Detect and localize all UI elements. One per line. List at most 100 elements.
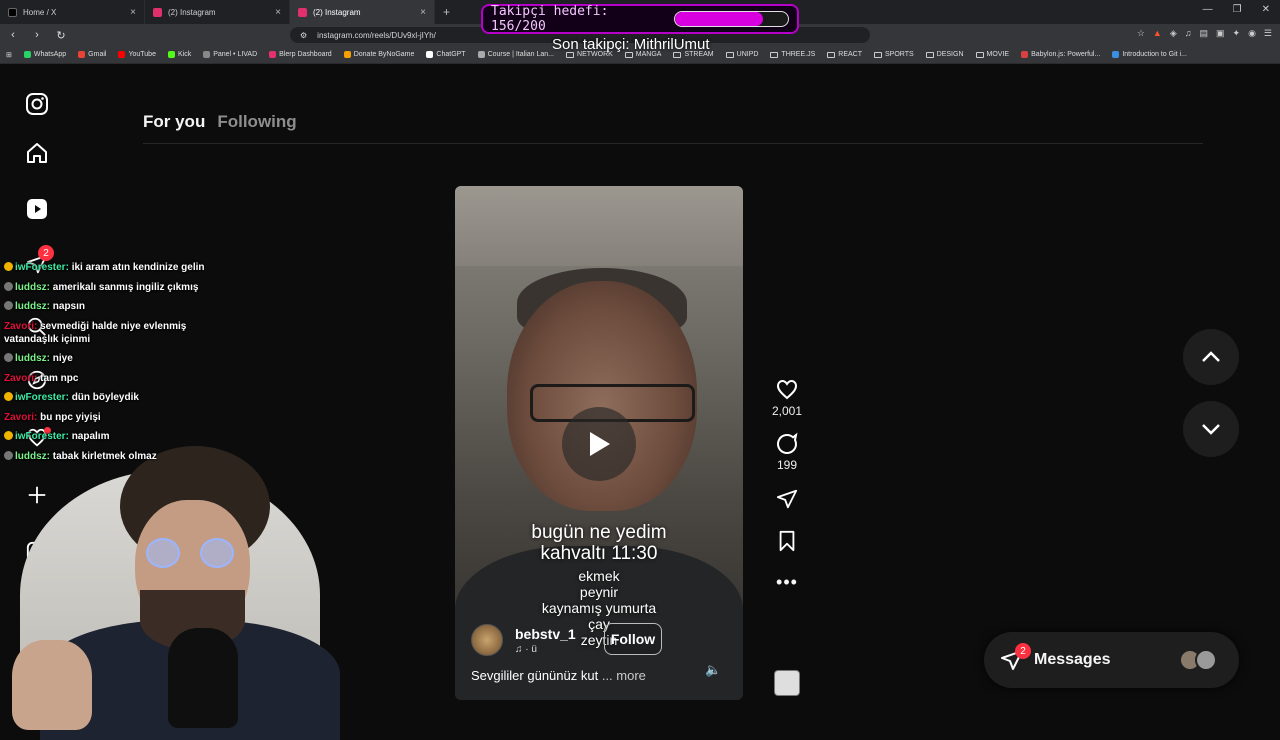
tab-title: Home / X bbox=[23, 7, 57, 17]
restore-icon[interactable]: ❐ bbox=[1233, 4, 1242, 15]
site-info-icon[interactable]: ⚙ bbox=[300, 31, 307, 40]
messages-button[interactable]: 2 Messages bbox=[984, 632, 1239, 688]
reels-icon[interactable] bbox=[24, 196, 50, 222]
share-icon[interactable] bbox=[776, 488, 798, 510]
bookmark-item[interactable]: WhatsApp bbox=[23, 51, 67, 58]
bookmark-label: Blerp Dashboard bbox=[279, 51, 332, 58]
chatgpt-icon bbox=[426, 51, 434, 58]
previous-reel-button[interactable] bbox=[1183, 329, 1239, 385]
tab-following[interactable]: Following bbox=[217, 112, 296, 132]
bookmark-item[interactable]: Blerp Dashboard bbox=[269, 51, 332, 58]
music-icon[interactable]: ♫ bbox=[1185, 28, 1192, 39]
author-username[interactable]: bebstv_1 bbox=[515, 626, 576, 642]
close-icon[interactable]: × bbox=[130, 7, 136, 18]
chat-text: napalım bbox=[71, 431, 110, 442]
bookmark-item[interactable]: Donate ByNoGame bbox=[343, 51, 414, 58]
forward-icon[interactable]: › bbox=[30, 29, 44, 41]
reel-video[interactable]: bugün ne yedim kahvaltı 11:30 ekmek peyn… bbox=[455, 186, 743, 700]
close-icon[interactable]: × bbox=[275, 7, 281, 18]
share-action[interactable] bbox=[764, 488, 810, 510]
minimize-icon[interactable]: — bbox=[1203, 4, 1213, 15]
like-action[interactable]: 2,001 bbox=[764, 378, 810, 418]
bookmark-item[interactable]: Panel • LIVAD bbox=[203, 51, 257, 58]
tab-x-home[interactable]: Home / X × bbox=[0, 0, 145, 24]
wallet-icon[interactable]: ▣ bbox=[1216, 28, 1225, 39]
bookmark-item[interactable]: Babylon.js: Powerful... bbox=[1021, 51, 1100, 58]
volume-icon[interactable]: 🔈 bbox=[705, 662, 721, 678]
bookmark-label: SPORTS bbox=[885, 51, 914, 58]
new-tab-button[interactable]: + bbox=[435, 5, 458, 19]
menu-icon[interactable]: ☰ bbox=[1264, 28, 1272, 39]
bookmark-item[interactable]: DESIGN bbox=[925, 51, 964, 58]
chat-message: luddsz: napsın bbox=[4, 300, 234, 313]
sidebar-icon[interactable]: ▤ bbox=[1199, 28, 1208, 39]
folder-icon bbox=[874, 51, 882, 58]
messages-badge: 2 bbox=[1015, 643, 1031, 659]
bookmark-label: REACT bbox=[838, 51, 862, 58]
audio-thumbnail[interactable] bbox=[774, 670, 800, 696]
more-options-icon[interactable]: ••• bbox=[764, 572, 810, 593]
bookmark-star-icon[interactable]: ☆ bbox=[1137, 28, 1145, 39]
save-action[interactable] bbox=[764, 530, 810, 552]
bookmark-label: Panel • LIVAD bbox=[213, 51, 258, 58]
heart-icon[interactable] bbox=[775, 378, 799, 402]
chat-text: bu npc yiyişi bbox=[40, 411, 101, 423]
whatsapp-icon bbox=[23, 51, 31, 58]
extension-icon[interactable]: ◈ bbox=[1170, 28, 1177, 39]
last-follower-overlay: Son takipçi: MithrilUmut bbox=[552, 36, 710, 53]
bookmark-icon[interactable] bbox=[777, 530, 797, 552]
follow-button[interactable]: Follow bbox=[604, 623, 662, 655]
chat-message: luddsz: niye bbox=[4, 352, 234, 365]
chat-username: iwForester bbox=[15, 431, 66, 442]
apps-grid-icon[interactable]: ⊞ bbox=[6, 51, 12, 59]
message-avatars bbox=[1179, 649, 1217, 671]
next-reel-button[interactable] bbox=[1183, 401, 1239, 457]
author-avatar[interactable] bbox=[471, 624, 503, 656]
audio-info[interactable]: ♫ · ü bbox=[515, 644, 576, 655]
instagram-logo-icon[interactable] bbox=[24, 91, 50, 117]
home-icon[interactable] bbox=[24, 140, 50, 166]
close-icon[interactable]: × bbox=[420, 7, 426, 18]
bookmark-item[interactable]: UNIPD bbox=[725, 51, 758, 58]
back-icon[interactable]: ‹ bbox=[6, 29, 20, 41]
bookmark-item[interactable]: SPORTS bbox=[874, 51, 914, 58]
folder-icon bbox=[770, 51, 779, 58]
bookmark-item[interactable]: REACT bbox=[827, 51, 862, 58]
tab-instagram-1[interactable]: (2) Instagram × bbox=[145, 0, 290, 24]
bookmark-item[interactable]: YouTube bbox=[118, 51, 156, 58]
bookmark-item[interactable]: Gmail bbox=[78, 51, 106, 58]
bookmark-label: WhatsApp bbox=[33, 51, 67, 58]
x-logo-icon bbox=[8, 7, 17, 17]
bookmark-item[interactable]: MOVIE bbox=[975, 51, 1009, 58]
reload-icon[interactable]: ↻ bbox=[54, 29, 68, 42]
bookmark-item[interactable]: THREE.JS bbox=[770, 51, 815, 58]
leo-icon[interactable]: ✦ bbox=[1233, 28, 1241, 39]
bookmark-item[interactable]: Kick bbox=[167, 51, 191, 58]
play-button[interactable] bbox=[562, 407, 636, 481]
bookmark-item[interactable]: Course | Italian Lan... bbox=[477, 51, 554, 58]
bookmark-item[interactable]: ChatGPT bbox=[426, 51, 466, 58]
vpn-icon[interactable]: ◉ bbox=[1248, 28, 1256, 39]
close-window-icon[interactable]: ✕ bbox=[1262, 4, 1270, 15]
kick-icon bbox=[167, 51, 175, 58]
bookmark-label: Gmail bbox=[88, 51, 107, 58]
instagram-favicon-icon bbox=[153, 7, 162, 17]
chat-message: Zavori: bu npc yiyişi bbox=[4, 411, 234, 424]
comment-icon[interactable] bbox=[775, 432, 799, 456]
feed-tabs: For you Following bbox=[143, 112, 297, 132]
comment-action[interactable]: 199 bbox=[764, 432, 810, 472]
brave-shield-icon[interactable]: ▲ bbox=[1153, 28, 1162, 39]
chevron-up-icon bbox=[1202, 351, 1220, 362]
tab-instagram-2[interactable]: (2) Instagram × bbox=[290, 0, 435, 24]
music-note-icon: ♫ · bbox=[515, 643, 532, 655]
livad-icon bbox=[203, 51, 211, 58]
follower-goal-overlay: Takipçi hedefi: 156/200 bbox=[481, 4, 799, 34]
messages-label: Messages bbox=[1034, 651, 1111, 668]
chat-text: amerikalı sanmış ingiliz çıkmış bbox=[52, 281, 199, 293]
follower-goal-bar bbox=[674, 11, 789, 27]
bookmark-item[interactable]: Introduction to Git i... bbox=[1112, 51, 1187, 58]
tab-for-you[interactable]: For you bbox=[143, 112, 205, 132]
stream-chat-overlay: iwForester: iki aram atın kendinize geli… bbox=[4, 261, 234, 469]
more-link[interactable]: ... more bbox=[602, 668, 646, 683]
streamer-glasses-left bbox=[146, 538, 180, 568]
